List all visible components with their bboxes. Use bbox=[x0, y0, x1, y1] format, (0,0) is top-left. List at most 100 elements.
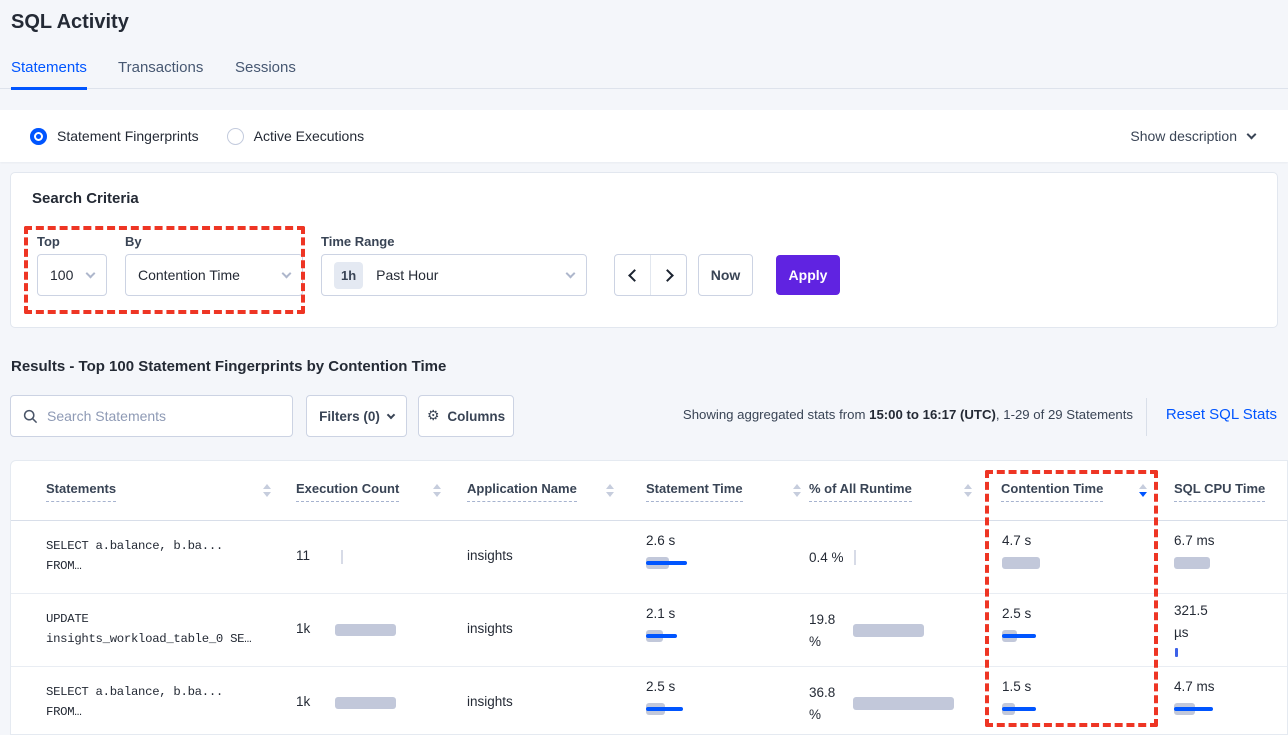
tab-statements[interactable]: Statements bbox=[11, 59, 87, 90]
tab-sessions[interactable]: Sessions bbox=[235, 59, 296, 87]
statement-time-value: 2.6 s bbox=[646, 533, 675, 548]
radio-label: Statement Fingerprints bbox=[57, 128, 199, 144]
by-label: By bbox=[125, 234, 142, 249]
sort-icon[interactable] bbox=[793, 484, 801, 497]
sort-icon[interactable] bbox=[263, 484, 271, 497]
statement-time-value: 2.5 s bbox=[646, 679, 675, 694]
search-criteria-panel: Search Criteria Top 100 By Contention Ti… bbox=[10, 172, 1278, 328]
sql-cpu-time-bar bbox=[1174, 557, 1234, 569]
show-description-toggle[interactable]: Show description bbox=[1130, 128, 1255, 144]
contention-time-value: 2.5 s bbox=[1002, 606, 1031, 621]
statement-cell[interactable]: SELECT a.balance, b.ba... FROM… bbox=[46, 536, 223, 576]
previous-time-range-button[interactable] bbox=[615, 255, 650, 295]
columns-label: Columns bbox=[447, 409, 505, 424]
table-header-row: Statements Execution Count Application N… bbox=[11, 461, 1287, 521]
execution-count-cell: 1k bbox=[296, 621, 310, 636]
by-select[interactable]: Contention Time bbox=[125, 254, 303, 296]
next-time-range-button[interactable] bbox=[650, 255, 686, 295]
contention-time-value: 1.5 s bbox=[1002, 679, 1031, 694]
aggregated-stats-text: Showing aggregated stats from 15:00 to 1… bbox=[683, 407, 1133, 422]
execution-count-bar bbox=[335, 624, 405, 636]
runtime-bar bbox=[854, 550, 856, 565]
table-row[interactable]: UPDATE insights_workload_table_0 SE… 1k … bbox=[11, 594, 1287, 667]
time-range-badge: 1h bbox=[334, 262, 363, 289]
radio-statement-fingerprints[interactable]: Statement Fingerprints bbox=[30, 128, 199, 145]
contention-time-bar bbox=[1002, 557, 1062, 569]
show-description-label: Show description bbox=[1130, 128, 1237, 144]
column-header-contention-time[interactable]: Contention Time bbox=[1001, 461, 1103, 521]
toolbar-divider bbox=[1146, 398, 1147, 436]
column-header-application-name[interactable]: Application Name bbox=[467, 461, 577, 521]
column-header-statements[interactable]: Statements bbox=[46, 461, 116, 521]
radio-active-executions[interactable]: Active Executions bbox=[227, 128, 365, 145]
columns-button[interactable]: ⚙ Columns bbox=[418, 395, 514, 437]
sql-cpu-time-value: 6.7 ms bbox=[1174, 533, 1215, 548]
radio-selected-icon bbox=[30, 128, 47, 145]
chevron-down-icon bbox=[1247, 129, 1257, 139]
statement-cell[interactable]: SELECT a.balance, b.ba... FROM… bbox=[46, 682, 223, 722]
sort-icon[interactable] bbox=[433, 484, 441, 497]
chevron-down-icon bbox=[86, 268, 96, 278]
contention-time-value: 4.7 s bbox=[1002, 533, 1031, 548]
results-heading: Results - Top 100 Statement Fingerprints… bbox=[11, 358, 446, 375]
filters-button[interactable]: Filters (0) bbox=[306, 395, 407, 437]
time-range-label: Time Range bbox=[321, 234, 394, 249]
sort-icon[interactable] bbox=[606, 484, 614, 497]
statements-table: Statements Execution Count Application N… bbox=[10, 460, 1288, 735]
filters-label: Filters (0) bbox=[319, 409, 380, 424]
sql-cpu-time-value: 4.7 ms bbox=[1174, 679, 1215, 694]
sort-icon[interactable] bbox=[964, 484, 972, 497]
time-range-value: Past Hour bbox=[376, 267, 438, 283]
search-icon bbox=[23, 409, 38, 424]
view-mode-bar: Statement Fingerprints Active Executions… bbox=[0, 110, 1288, 162]
radio-label: Active Executions bbox=[254, 128, 365, 144]
contention-time-bar bbox=[1002, 703, 1062, 715]
application-name-cell: insights bbox=[467, 694, 513, 709]
top-select-value: 100 bbox=[50, 267, 73, 283]
column-header-sql-cpu-time[interactable]: SQL CPU Time bbox=[1174, 461, 1265, 521]
reset-sql-stats-link[interactable]: Reset SQL Stats bbox=[1166, 406, 1277, 423]
table-row[interactable]: SELECT a.balance, b.ba... FROM… 1k insig… bbox=[11, 667, 1287, 735]
execution-count-bar bbox=[341, 550, 343, 564]
statement-time-bar bbox=[646, 630, 706, 642]
chevron-down-icon bbox=[387, 411, 395, 419]
execution-count-cell: 11 bbox=[296, 548, 310, 563]
column-header-statement-time[interactable]: Statement Time bbox=[646, 461, 743, 521]
application-name-cell: insights bbox=[467, 548, 513, 563]
search-statements-input[interactable] bbox=[47, 408, 280, 424]
gear-icon: ⚙ bbox=[427, 408, 440, 424]
chevron-down-icon bbox=[282, 268, 292, 278]
sort-icon-active-desc[interactable] bbox=[1139, 484, 1147, 497]
runtime-cell: 0.4 % bbox=[809, 521, 856, 594]
column-header-pct-of-all-runtime[interactable]: % of All Runtime bbox=[809, 461, 912, 521]
tab-transactions[interactable]: Transactions bbox=[118, 59, 203, 87]
application-name-cell: insights bbox=[467, 621, 513, 636]
stats-time-window: 15:00 to 16:17 (UTC) bbox=[869, 407, 996, 422]
sql-cpu-time-cell: 321.5 µs bbox=[1174, 600, 1218, 657]
sql-cpu-time-bar bbox=[1174, 703, 1234, 715]
execution-count-cell: 1k bbox=[296, 694, 310, 709]
contention-time-bar bbox=[1002, 630, 1062, 642]
time-range-select[interactable]: 1h Past Hour bbox=[321, 254, 587, 296]
statement-time-value: 2.1 s bbox=[646, 606, 675, 621]
runtime-cell: 36.8 % bbox=[809, 667, 954, 735]
search-statements-input-wrap bbox=[10, 395, 293, 437]
chevron-right-icon bbox=[661, 269, 674, 282]
column-header-execution-count[interactable]: Execution Count bbox=[296, 461, 399, 521]
page-title: SQL Activity bbox=[11, 11, 129, 34]
time-range-arrows bbox=[614, 254, 687, 296]
by-select-value: Contention Time bbox=[138, 267, 240, 283]
top-select[interactable]: 100 bbox=[37, 254, 107, 296]
runtime-bar bbox=[853, 624, 924, 637]
runtime-cell: 19.8 % bbox=[809, 594, 924, 667]
chevron-left-icon bbox=[628, 269, 641, 282]
statement-cell[interactable]: UPDATE insights_workload_table_0 SE… bbox=[46, 609, 251, 649]
now-button[interactable]: Now bbox=[698, 254, 753, 296]
table-row[interactable]: SELECT a.balance, b.ba... FROM… 11 insig… bbox=[11, 521, 1287, 594]
apply-button[interactable]: Apply bbox=[776, 255, 840, 295]
runtime-bar bbox=[853, 697, 954, 710]
sql-cpu-time-bar bbox=[1175, 648, 1178, 657]
radio-unselected-icon bbox=[227, 128, 244, 145]
statement-time-bar bbox=[646, 703, 706, 715]
top-label: Top bbox=[37, 234, 60, 249]
